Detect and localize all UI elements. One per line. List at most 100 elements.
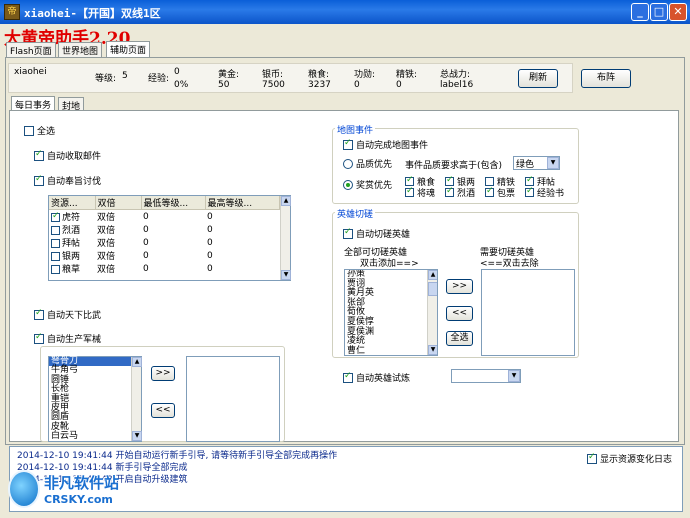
close-button[interactable]: ✕	[669, 3, 687, 21]
add-hero-button[interactable]: >>	[446, 279, 473, 294]
select-all-checkbox[interactable]: 全选	[24, 124, 55, 137]
checkbox[interactable]	[51, 252, 60, 261]
radio-icon[interactable]	[343, 158, 353, 169]
scroll-up-icon[interactable]: ▲	[428, 270, 437, 280]
column-header[interactable]: 双倍	[95, 196, 142, 210]
remove-weapon-button[interactable]: <<	[151, 403, 175, 418]
resource-table[interactable]: 资源... 双倍 最低等级... 最高等级... 虎符双倍00烈酒双倍00拜帖双…	[48, 195, 291, 281]
add-weapon-button[interactable]: >>	[151, 366, 175, 381]
weapon-list[interactable]: 弩骨刀 牛角弓 圆锤 长枪 重铠 皮甲 圆盾 皮靴 白云马 ▲ ▼	[48, 356, 142, 442]
scroll-thumb[interactable]	[428, 282, 437, 296]
gold-value: 50	[218, 80, 230, 90]
auto-hero-trial-label: 自动英雄试炼	[356, 374, 411, 384]
auto-map-event-checkbox[interactable]: 自动完成地图事件	[343, 138, 428, 151]
list-item[interactable]: 曹仁	[347, 346, 437, 355]
refresh-button[interactable]: 刷新	[518, 69, 558, 88]
checkbox[interactable]	[343, 371, 353, 383]
table-row[interactable]: 银两 双倍 0 0	[49, 249, 280, 262]
tab-world-map[interactable]: 世界地图	[58, 42, 103, 58]
list-item[interactable]: 白云马	[49, 431, 141, 441]
checkbox[interactable]	[485, 177, 494, 186]
remove-hero-button[interactable]: <<	[446, 306, 473, 321]
column-header[interactable]: 最低等级...	[141, 196, 206, 210]
table-row[interactable]: 烈酒 双倍 0 0	[49, 223, 280, 236]
checkbox[interactable]	[343, 227, 353, 239]
checkbox[interactable]	[51, 226, 60, 235]
checkbox[interactable]	[587, 452, 597, 464]
maximize-button[interactable]: □	[650, 3, 668, 21]
quality-select[interactable]: 绿色 ▼	[513, 156, 560, 170]
auto-hero-label: 自动切磋英雄	[356, 230, 411, 240]
crsky-logo-icon	[8, 470, 40, 508]
checkbox[interactable]	[343, 138, 353, 150]
table-row[interactable]: 拜帖 双倍 0 0	[49, 236, 280, 249]
scroll-up-icon[interactable]: ▲	[281, 196, 291, 206]
checkbox[interactable]	[34, 332, 44, 344]
checkbox[interactable]	[51, 211, 60, 222]
checkbox[interactable]	[445, 186, 454, 197]
column-header[interactable]: 最高等级...	[205, 196, 280, 210]
column-header[interactable]: 资源...	[49, 196, 96, 210]
chevron-down-icon[interactable]: ▼	[547, 157, 559, 169]
auto-fengzhi-checkbox[interactable]: 自动奉旨讨伐	[34, 174, 101, 187]
hero-trial-select[interactable]: ▼	[451, 369, 521, 383]
checkbox[interactable]	[34, 174, 44, 186]
checkbox[interactable]	[445, 175, 454, 186]
table-row[interactable]: 虎符 双倍 0 0	[49, 210, 280, 223]
checkbox[interactable]	[405, 186, 414, 197]
exp-value: 0	[174, 67, 180, 77]
all-hero-list[interactable]: 孙策 贾诩 黄月英 张郃 荀攸 夏侯惇 夏侯渊 凌统 曹仁 ▲ ▼	[344, 269, 438, 356]
auto-mail-label: 自动收取邮件	[47, 152, 102, 162]
reward-checkbox[interactable]: 将魂	[405, 186, 435, 199]
scroll-down-icon[interactable]: ▼	[132, 431, 142, 441]
select-all-hero-button[interactable]: 全选	[446, 331, 473, 346]
scrollbar[interactable]: ▲ ▼	[427, 270, 437, 355]
scroll-down-icon[interactable]: ▼	[428, 345, 437, 355]
reward-first-label: 奖赏优先	[356, 181, 393, 191]
reward-first-radio[interactable]: 奖赏优先	[343, 178, 392, 191]
watermark-site: CRSKY.com	[44, 493, 113, 506]
scroll-down-icon[interactable]: ▼	[281, 270, 291, 280]
reward-checkbox[interactable]: 烈酒	[445, 186, 475, 199]
reward-checkbox[interactable]: 包票	[485, 186, 515, 199]
auto-biwu-checkbox[interactable]: 自动天下比武	[34, 308, 101, 321]
auto-hero-checkbox[interactable]: 自动切磋英雄	[343, 227, 410, 240]
need-hero-list[interactable]	[481, 269, 575, 356]
table-cell: 双倍	[97, 226, 116, 236]
checkbox[interactable]	[34, 149, 44, 161]
checkbox[interactable]	[51, 239, 60, 248]
show-log-checkbox[interactable]: 显示资源变化日志	[587, 452, 673, 465]
need-hero-hint: <==双击去除	[480, 259, 539, 269]
app-icon: 帝	[4, 4, 20, 20]
checkbox[interactable]	[405, 175, 414, 186]
table-cell: 0	[207, 250, 213, 261]
window-title: xiaohei-【开国】双线1区	[24, 7, 161, 20]
table-row[interactable]: 粮草 双倍 0 0	[49, 262, 280, 275]
minimize-button[interactable]: _	[631, 3, 649, 21]
table-cell: 0	[143, 211, 149, 222]
auto-produce-checkbox[interactable]: 自动生产军械	[34, 332, 101, 345]
formation-button[interactable]: 布阵	[581, 69, 631, 88]
auto-hero-trial-checkbox[interactable]: 自动英雄试炼	[343, 371, 410, 384]
scrollbar[interactable]: ▲ ▼	[131, 357, 142, 441]
power-value: label16	[440, 80, 474, 90]
checkbox[interactable]	[34, 308, 44, 320]
scroll-up-icon[interactable]: ▲	[132, 357, 142, 367]
checkbox[interactable]	[525, 175, 534, 186]
chevron-down-icon[interactable]: ▼	[508, 370, 520, 382]
scrollbar[interactable]: ▲ ▼	[280, 196, 291, 280]
radio-icon[interactable]	[343, 179, 353, 190]
quality-first-radio[interactable]: 品质优先	[343, 157, 392, 170]
tab-assist[interactable]: 辅助页面	[106, 41, 151, 58]
tab-flash[interactable]: Flash页面	[6, 42, 56, 58]
checkbox[interactable]	[24, 125, 34, 136]
checkbox[interactable]	[51, 265, 60, 274]
auto-mail-checkbox[interactable]: 自动收取邮件	[34, 149, 101, 162]
silver-label: 银币:	[262, 70, 284, 80]
selected-weapon-list[interactable]	[186, 356, 280, 442]
table-cell: 0	[207, 237, 213, 248]
checkbox[interactable]	[525, 186, 534, 197]
iron-label: 精铁:	[396, 70, 418, 80]
reward-checkbox[interactable]: 经验书	[525, 186, 564, 199]
checkbox[interactable]	[485, 186, 494, 197]
